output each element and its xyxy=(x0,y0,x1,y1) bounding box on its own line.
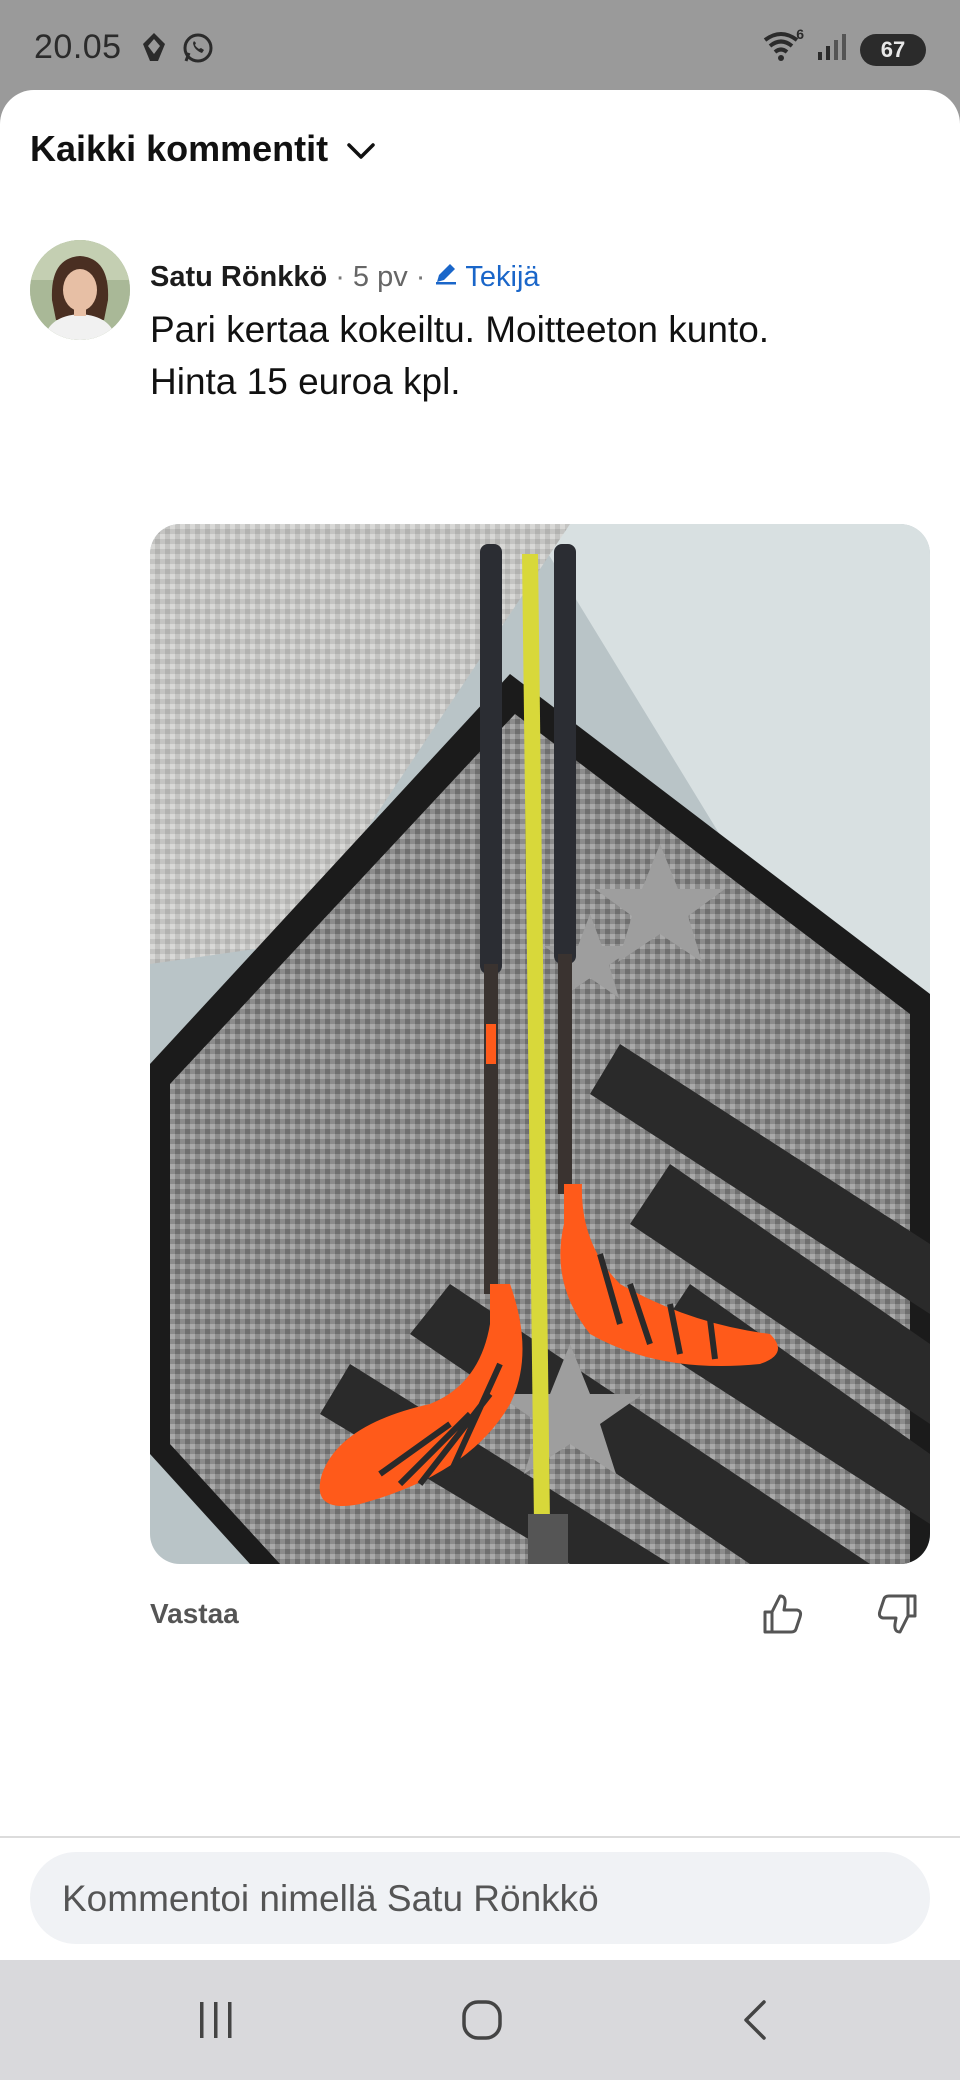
comment-text-line: Pari kertaa kokeiltu. Moitteeton kunto. xyxy=(150,309,770,350)
home-icon[interactable] xyxy=(460,1998,504,2047)
thumbs-up-icon[interactable] xyxy=(762,1592,804,1641)
status-time: 20.05 xyxy=(34,28,122,66)
comment-text-line: Hinta 15 euroa kpl. xyxy=(150,361,461,402)
composer-divider xyxy=(0,1836,960,1838)
meta-separator: · xyxy=(335,260,345,293)
author-badge: Tekijä xyxy=(433,260,540,294)
author-badge-label: Tekijä xyxy=(465,260,540,293)
comment-text: Pari kertaa kokeiltu. Moitteeton kunto. … xyxy=(150,304,930,408)
back-icon[interactable] xyxy=(734,1998,778,2047)
comment-input[interactable] xyxy=(60,1852,904,1946)
system-nav-bar xyxy=(0,1960,960,2080)
sheet-title: Kaikki kommentit xyxy=(30,128,329,169)
comments-filter-dropdown[interactable]: Kaikki kommentit xyxy=(30,128,376,170)
chevron-down-icon xyxy=(346,128,376,170)
status-right: 6 67 xyxy=(762,26,926,69)
battery-indicator: 67 xyxy=(860,33,926,66)
comment-meta: Satu Rönkkö · 5 pv · Tekijä xyxy=(150,260,540,294)
pencil-icon xyxy=(433,260,459,294)
comment-time: 5 pv xyxy=(352,260,408,293)
author-name[interactable]: Satu Rönkkö xyxy=(150,261,327,294)
comment-actions: Vastaa xyxy=(150,1592,960,1642)
notification-icon xyxy=(140,32,168,69)
signal-icon xyxy=(816,32,848,67)
wifi-generation: 6 xyxy=(796,26,804,42)
wifi-icon: 6 xyxy=(762,26,804,69)
comment-photo[interactable] xyxy=(150,524,930,1564)
recent-apps-icon[interactable] xyxy=(194,1998,238,2047)
avatar[interactable] xyxy=(30,240,130,340)
comments-sheet: Kaikki kommentit Satu Rönkkö · 5 pv · Te… xyxy=(0,90,960,1960)
whatsapp-icon xyxy=(182,32,214,69)
thumbs-down-icon[interactable] xyxy=(876,1592,918,1641)
status-bar: 20.05 6 67 xyxy=(0,0,960,100)
comment-composer xyxy=(30,1852,930,1946)
status-left-icons xyxy=(140,32,214,69)
meta-separator: · xyxy=(415,260,426,293)
reply-button[interactable]: Vastaa xyxy=(150,1598,239,1630)
